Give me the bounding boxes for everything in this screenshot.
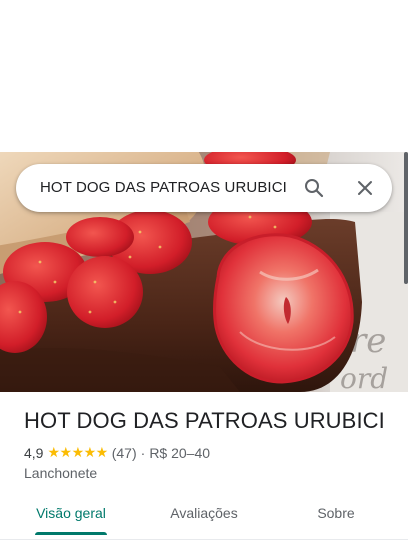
place-panel: re ord HOT DOG DAS PATROAS URUBICI HOT D… bbox=[0, 0, 408, 544]
svg-text:ord: ord bbox=[340, 362, 388, 392]
search-bar[interactable]: HOT DOG DAS PATROAS URUBICI bbox=[16, 164, 392, 212]
place-title: HOT DOG DAS PATROAS URUBICI bbox=[24, 408, 385, 433]
search-input[interactable]: HOT DOG DAS PATROAS URUBICI bbox=[40, 164, 287, 212]
rating-row: 4,9 ★★★★★ (47) · R$ 20–40 bbox=[24, 444, 210, 461]
separator-dot: · bbox=[140, 444, 146, 461]
place-category[interactable]: Lanchonete bbox=[24, 465, 97, 481]
review-count[interactable]: (47) bbox=[112, 445, 137, 461]
rating-value: 4,9 bbox=[24, 444, 44, 461]
search-icon[interactable] bbox=[302, 176, 326, 200]
scrollbar[interactable] bbox=[404, 152, 408, 284]
star-rating-icon: ★★★★★ bbox=[47, 444, 108, 460]
active-tab-indicator bbox=[35, 532, 107, 535]
place-tabs: Visão geral Avaliações Sobre bbox=[0, 496, 408, 536]
tab-about[interactable]: Sobre bbox=[308, 496, 364, 536]
tabs-divider bbox=[0, 539, 408, 540]
price-range: R$ 20–40 bbox=[149, 444, 211, 461]
tab-overview[interactable]: Visão geral bbox=[35, 496, 107, 536]
close-icon[interactable] bbox=[353, 176, 377, 200]
tab-reviews[interactable]: Avaliações bbox=[163, 496, 245, 536]
